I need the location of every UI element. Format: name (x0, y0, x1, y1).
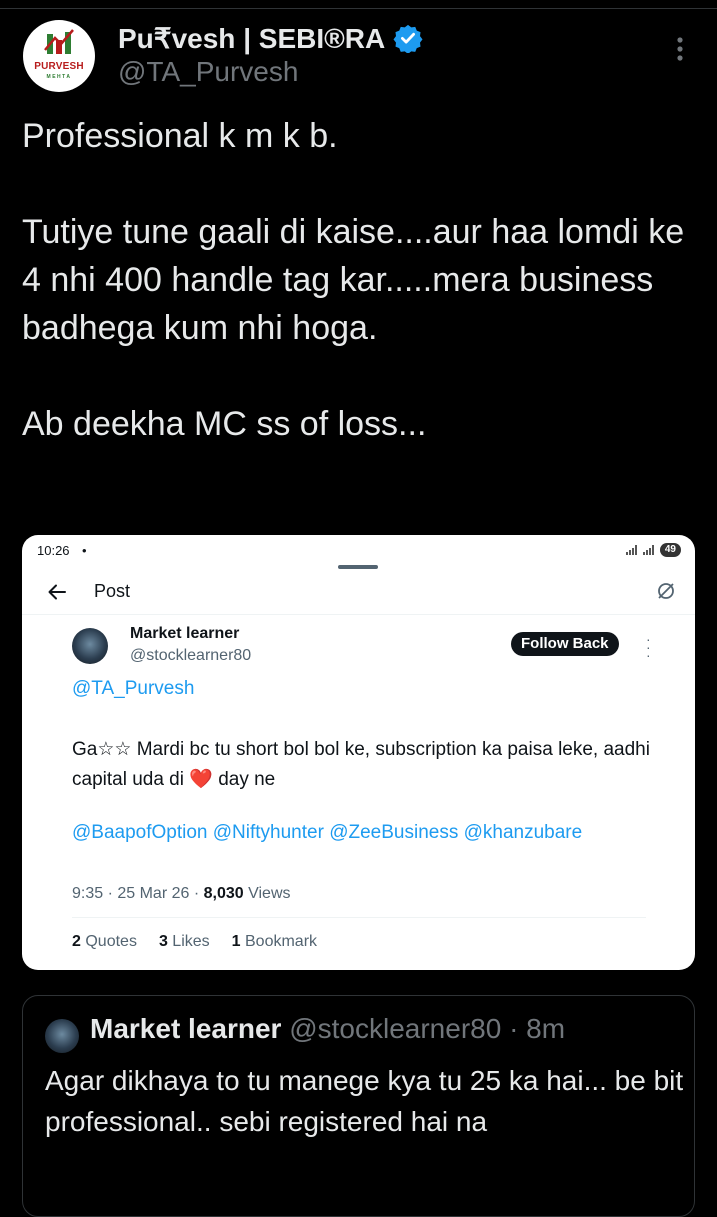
status-dot: • (82, 543, 87, 558)
author-display-name[interactable]: Pu₹vesh | SEBI®RA (118, 22, 385, 55)
quoted-author-name: Market learner (90, 1013, 282, 1044)
avatar-logo-subtext: MEHTA (46, 74, 72, 80)
quotes-count: 2 (72, 933, 81, 950)
back-arrow-icon[interactable] (46, 581, 68, 603)
bookmarks-label: Bookmark (240, 933, 318, 950)
post-meta: 9:35 · 25 Mar 26 · 8,030 Views (72, 885, 291, 903)
quoted-text: Agar dikhaya to tu manege kya tu 25 ka h… (45, 1065, 684, 1137)
avatar-logo-text: PURVESH (34, 61, 84, 72)
bookmarks-stat[interactable]: 1 Bookmark (232, 933, 317, 951)
screenshot-author-avatar[interactable] (72, 628, 108, 664)
tweet-line-2: Tutiye tune gaali di kaise....aur haa lo… (22, 213, 685, 347)
author-handle[interactable]: @TA_Purvesh (118, 56, 298, 88)
heart-emoji: ❤️ (189, 769, 213, 790)
views-label: Views (243, 885, 291, 902)
tweet-body: Professional k m k b. Tutiye tune gaali … (22, 112, 697, 448)
quotes-label: Quotes (80, 933, 137, 950)
quotes-stat[interactable]: 2 Quotes (72, 933, 137, 951)
follow-back-button[interactable]: Follow Back (511, 632, 619, 656)
views-count: 8,030 (203, 885, 244, 902)
post-body-text-1: Ga☆☆ Mardi bc tu short bol bol ke, subsc… (72, 739, 650, 790)
tweet-line-1: Professional k m k b. (22, 117, 338, 155)
screenshot-author-handle[interactable]: @stocklearner80 (130, 647, 251, 665)
mentions[interactable]: @BaapofOption @Niftyhunter @ZeeBusiness … (72, 819, 662, 847)
engagement-stats: 2 Quotes 3 Likes 1 Bookmark (72, 933, 317, 951)
signal-icon-2 (642, 545, 654, 555)
top-divider (0, 8, 717, 9)
tweet-line-3: Ab deekha MC ss of loss... (22, 405, 427, 443)
status-indicators: 49 (625, 543, 681, 557)
sheet-handle (338, 565, 378, 569)
post-body-text-2: day ne (218, 769, 276, 790)
likes-label: Likes (167, 933, 210, 950)
likes-count: 3 (158, 933, 168, 950)
refresh-icon[interactable] (655, 580, 677, 602)
post-header-title: Post (94, 581, 131, 601)
battery-level: 49 (659, 543, 681, 557)
purvesh-logo-icon (44, 29, 74, 54)
post-timestamp: 9:35 · 25 Mar 26 · (72, 885, 204, 902)
more-vertical-icon[interactable] (670, 30, 690, 70)
bookmarks-count: 1 (231, 933, 241, 950)
verified-badge-icon (393, 24, 423, 53)
more-icon[interactable]: · · · (646, 632, 651, 662)
quoted-tweet[interactable]: Market learner @stocklearner80 · 8m Agar… (22, 995, 695, 1217)
signal-icon (625, 545, 637, 555)
header-divider (22, 614, 695, 615)
quoted-header: Market learner @stocklearner80 · 8m (90, 1013, 565, 1045)
reply-to-mention[interactable]: @TA_Purvesh (72, 678, 194, 700)
quoted-author-avatar (45, 1019, 79, 1053)
quoted-author-meta: @stocklearner80 · 8m (281, 1013, 566, 1044)
author-name-row: Pu₹vesh | SEBI®RA (118, 18, 423, 58)
screenshot-author-name[interactable]: Market learner (130, 625, 239, 643)
meta-divider (72, 917, 646, 918)
author-avatar[interactable]: PURVESH MEHTA (23, 20, 95, 92)
screenshot-post-body: Ga☆☆ Mardi bc tu short bol bol ke, subsc… (72, 735, 662, 795)
attached-screenshot[interactable]: 10:26 • 49 Post Market learner @stocklea… (22, 535, 695, 970)
status-time: 10:26 (37, 543, 70, 558)
likes-stat[interactable]: 3 Likes (159, 933, 210, 951)
